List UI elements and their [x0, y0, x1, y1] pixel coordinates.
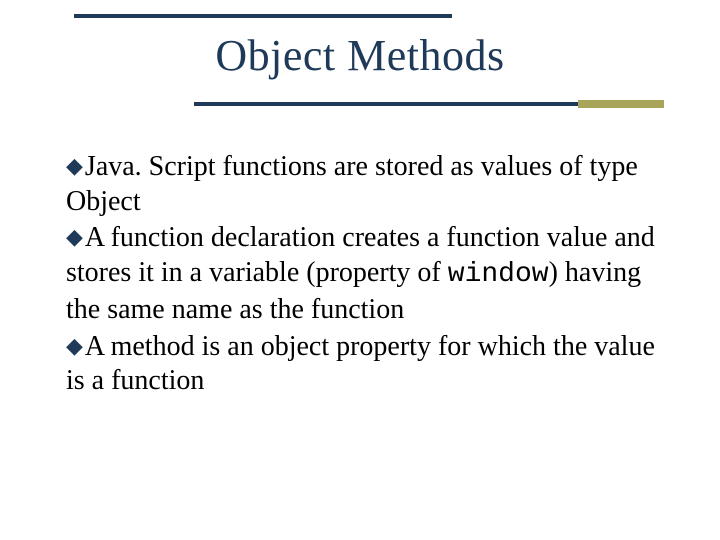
slide: Object Methods ◆Java. Script functions a…: [0, 0, 720, 540]
bullet-code: window: [448, 259, 549, 290]
diamond-bullet-icon: ◆: [66, 152, 83, 179]
diamond-bullet-icon: ◆: [66, 332, 83, 359]
rule-top: [74, 14, 452, 18]
bullet-item: ◆A function declaration creates a functi…: [66, 221, 674, 327]
slide-title: Object Methods: [0, 30, 720, 81]
bullet-item: ◆A method is an object property for whic…: [66, 330, 674, 399]
bullet-text: A method is an object property for which…: [66, 331, 655, 397]
bullet-text: Java. Script functions are stored as val…: [66, 151, 638, 217]
bullet-item: ◆Java. Script functions are stored as va…: [66, 150, 674, 219]
diamond-bullet-icon: ◆: [66, 223, 83, 250]
rule-bottom-dark: [194, 102, 578, 106]
title-area: Object Methods: [0, 0, 720, 108]
rule-bottom-olive: [578, 100, 664, 108]
slide-body: ◆Java. Script functions are stored as va…: [66, 150, 674, 401]
